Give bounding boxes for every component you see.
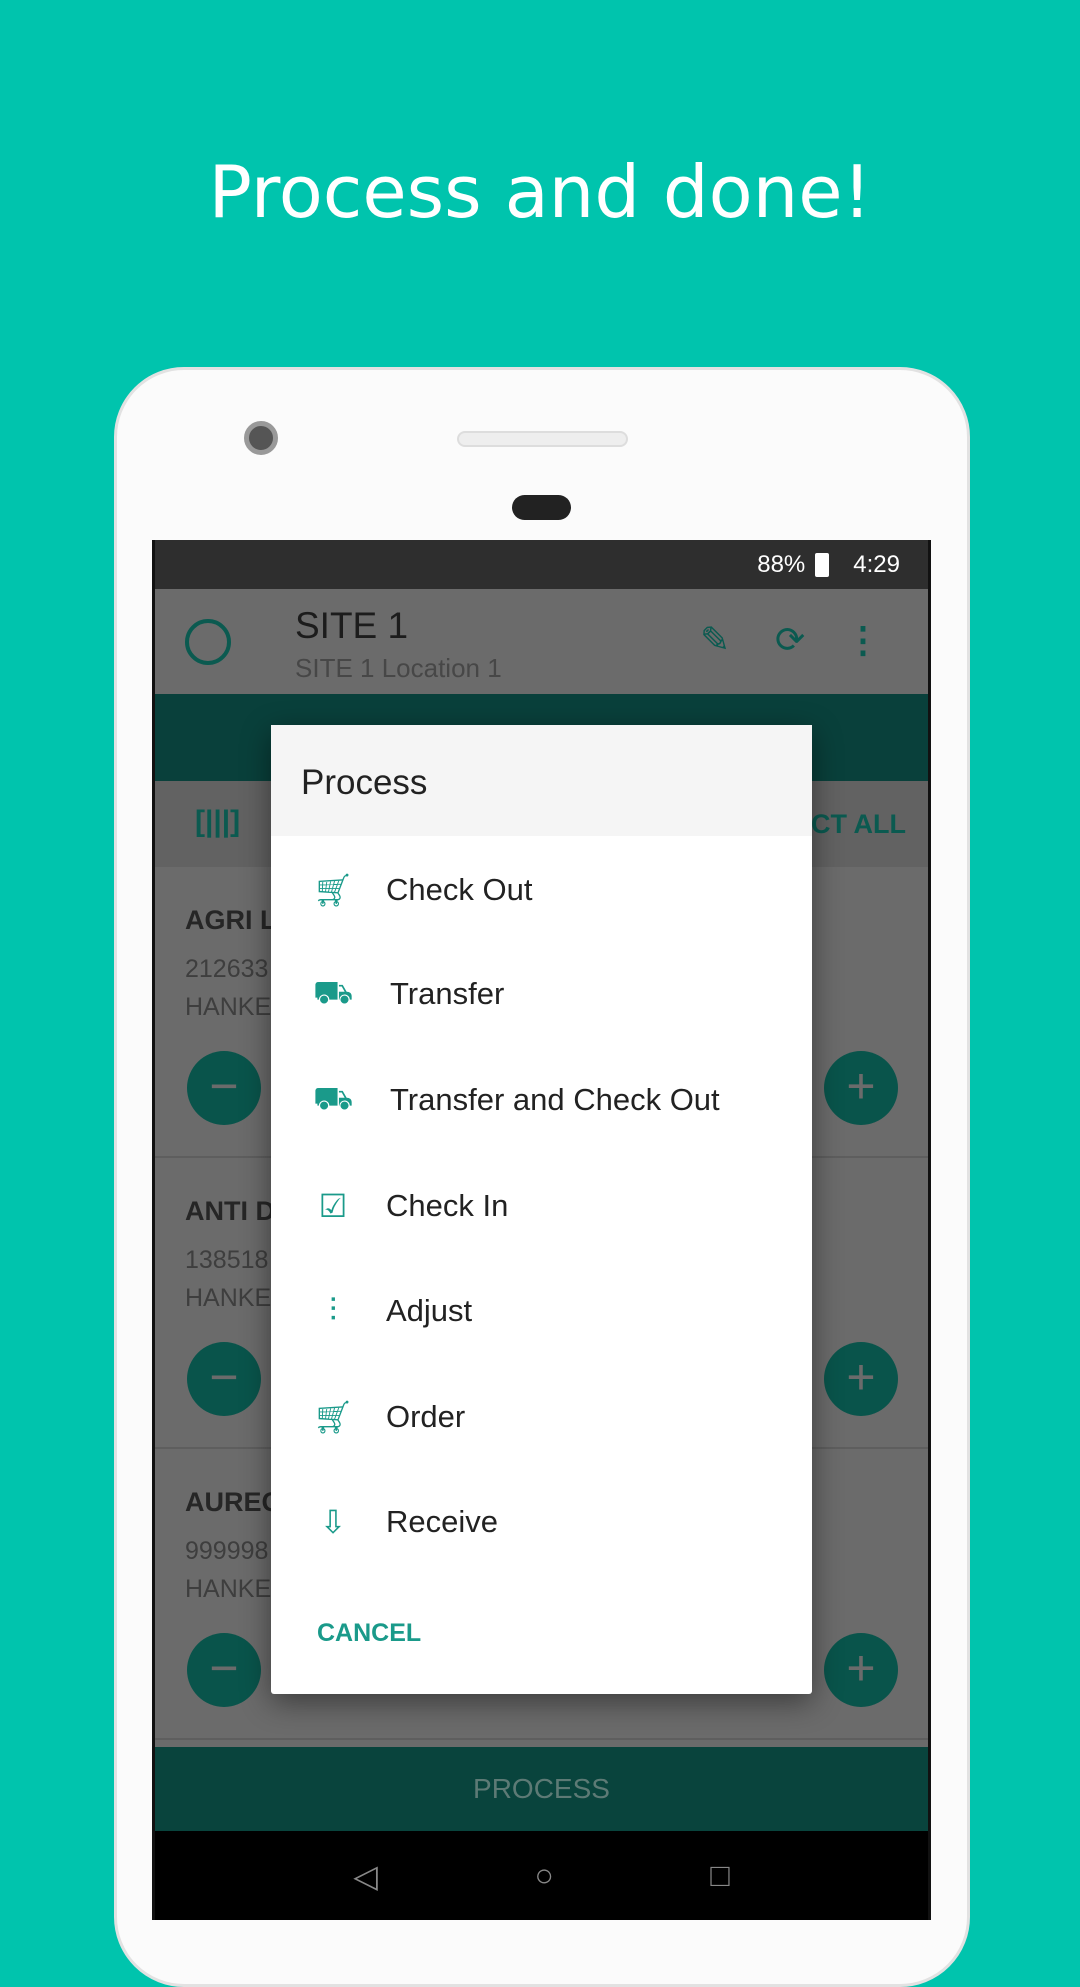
option-receive[interactable]: ⇩ Receive — [271, 1497, 812, 1547]
item-maker: HANKE — [185, 1284, 272, 1312]
decrement-button[interactable]: − — [187, 1051, 261, 1125]
more-icon[interactable]: ⋮ — [845, 619, 881, 661]
cart-plus-icon: 🛒︎ — [313, 1399, 354, 1435]
logo-icon — [185, 619, 231, 665]
truck-icon: ⛟ — [313, 973, 354, 1010]
option-label: Transfer and Check Out — [390, 1082, 720, 1117]
option-order[interactable]: 🛒︎ Order — [271, 1392, 812, 1442]
item-name: AUREC — [185, 1487, 282, 1517]
headline: Process and done! — [208, 150, 872, 234]
item-number: 138518 — [185, 1246, 269, 1274]
app-bar: SITE 1 SITE 1 Location 1 ✎ ⟳ ⋮ — [155, 589, 928, 694]
item-number: 999998 — [185, 1537, 269, 1565]
recents-icon[interactable]: □ — [710, 1857, 729, 1894]
process-dialog: Process 🛒︎ Check Out ⛟ Transfer ⛟ Transfer … — [271, 725, 812, 1694]
item-maker: HANKE — [185, 1575, 272, 1603]
cancel-button[interactable]: CANCEL — [317, 1619, 421, 1648]
option-transfer-and-check-out[interactable]: ⛟ Transfer and Check Out — [271, 1060, 812, 1140]
speaker — [457, 431, 628, 447]
option-check-in[interactable]: ☑ Check In — [271, 1181, 812, 1231]
decrement-button[interactable]: − — [187, 1633, 261, 1707]
camera-icon — [244, 421, 278, 455]
option-label: Check In — [386, 1188, 509, 1223]
option-adjust[interactable]: ⫶ Adjust — [271, 1286, 812, 1336]
page-subtitle: SITE 1 Location 1 — [295, 653, 502, 683]
item-number: 212633 — [185, 955, 269, 983]
decrement-button[interactable]: − — [187, 1342, 261, 1416]
edit-icon[interactable]: ✎ — [700, 619, 730, 661]
process-button[interactable]: PROCESS — [155, 1747, 928, 1831]
cart-check-icon: 🛒︎ — [313, 872, 354, 908]
battery-icon — [815, 552, 830, 577]
sensor — [512, 495, 571, 520]
checkbox-icon: ☑ — [318, 1188, 348, 1224]
clock: 4:29 — [853, 550, 900, 578]
home-icon[interactable]: ○ — [534, 1857, 553, 1894]
dialog-title: Process — [271, 725, 812, 836]
option-label: Check Out — [386, 872, 533, 907]
option-label: Receive — [386, 1504, 498, 1539]
item-name: ANTI D — [185, 1196, 275, 1226]
increment-button[interactable]: + — [824, 1633, 898, 1707]
truck-check-icon: ⛟ — [313, 1079, 354, 1116]
page-title: SITE 1 — [295, 605, 409, 646]
item-maker: HANKE — [185, 993, 272, 1021]
item-name: AGRI L — [185, 905, 277, 935]
inbox-download-icon: ⇩ — [319, 1504, 347, 1540]
sync-icon[interactable]: ⟳ — [775, 619, 805, 661]
option-check-out[interactable]: 🛒︎ Check Out — [271, 865, 812, 915]
option-label: Transfer — [390, 976, 505, 1011]
nav-bar: ◁ ○ □ — [155, 1831, 928, 1920]
back-icon[interactable]: ◁ — [353, 1857, 378, 1895]
battery-percent: 88% — [757, 550, 806, 578]
option-transfer[interactable]: ⛟ Transfer — [271, 969, 812, 1019]
status-bar: 88% 4:29 — [155, 540, 928, 589]
option-label: Adjust — [386, 1293, 473, 1328]
option-label: Order — [386, 1399, 466, 1434]
barcode-icon[interactable]: [|||] — [195, 805, 240, 839]
increment-button[interactable]: + — [824, 1051, 898, 1125]
increment-button[interactable]: + — [824, 1342, 898, 1416]
sliders-icon: ⫶ — [328, 1292, 337, 1328]
